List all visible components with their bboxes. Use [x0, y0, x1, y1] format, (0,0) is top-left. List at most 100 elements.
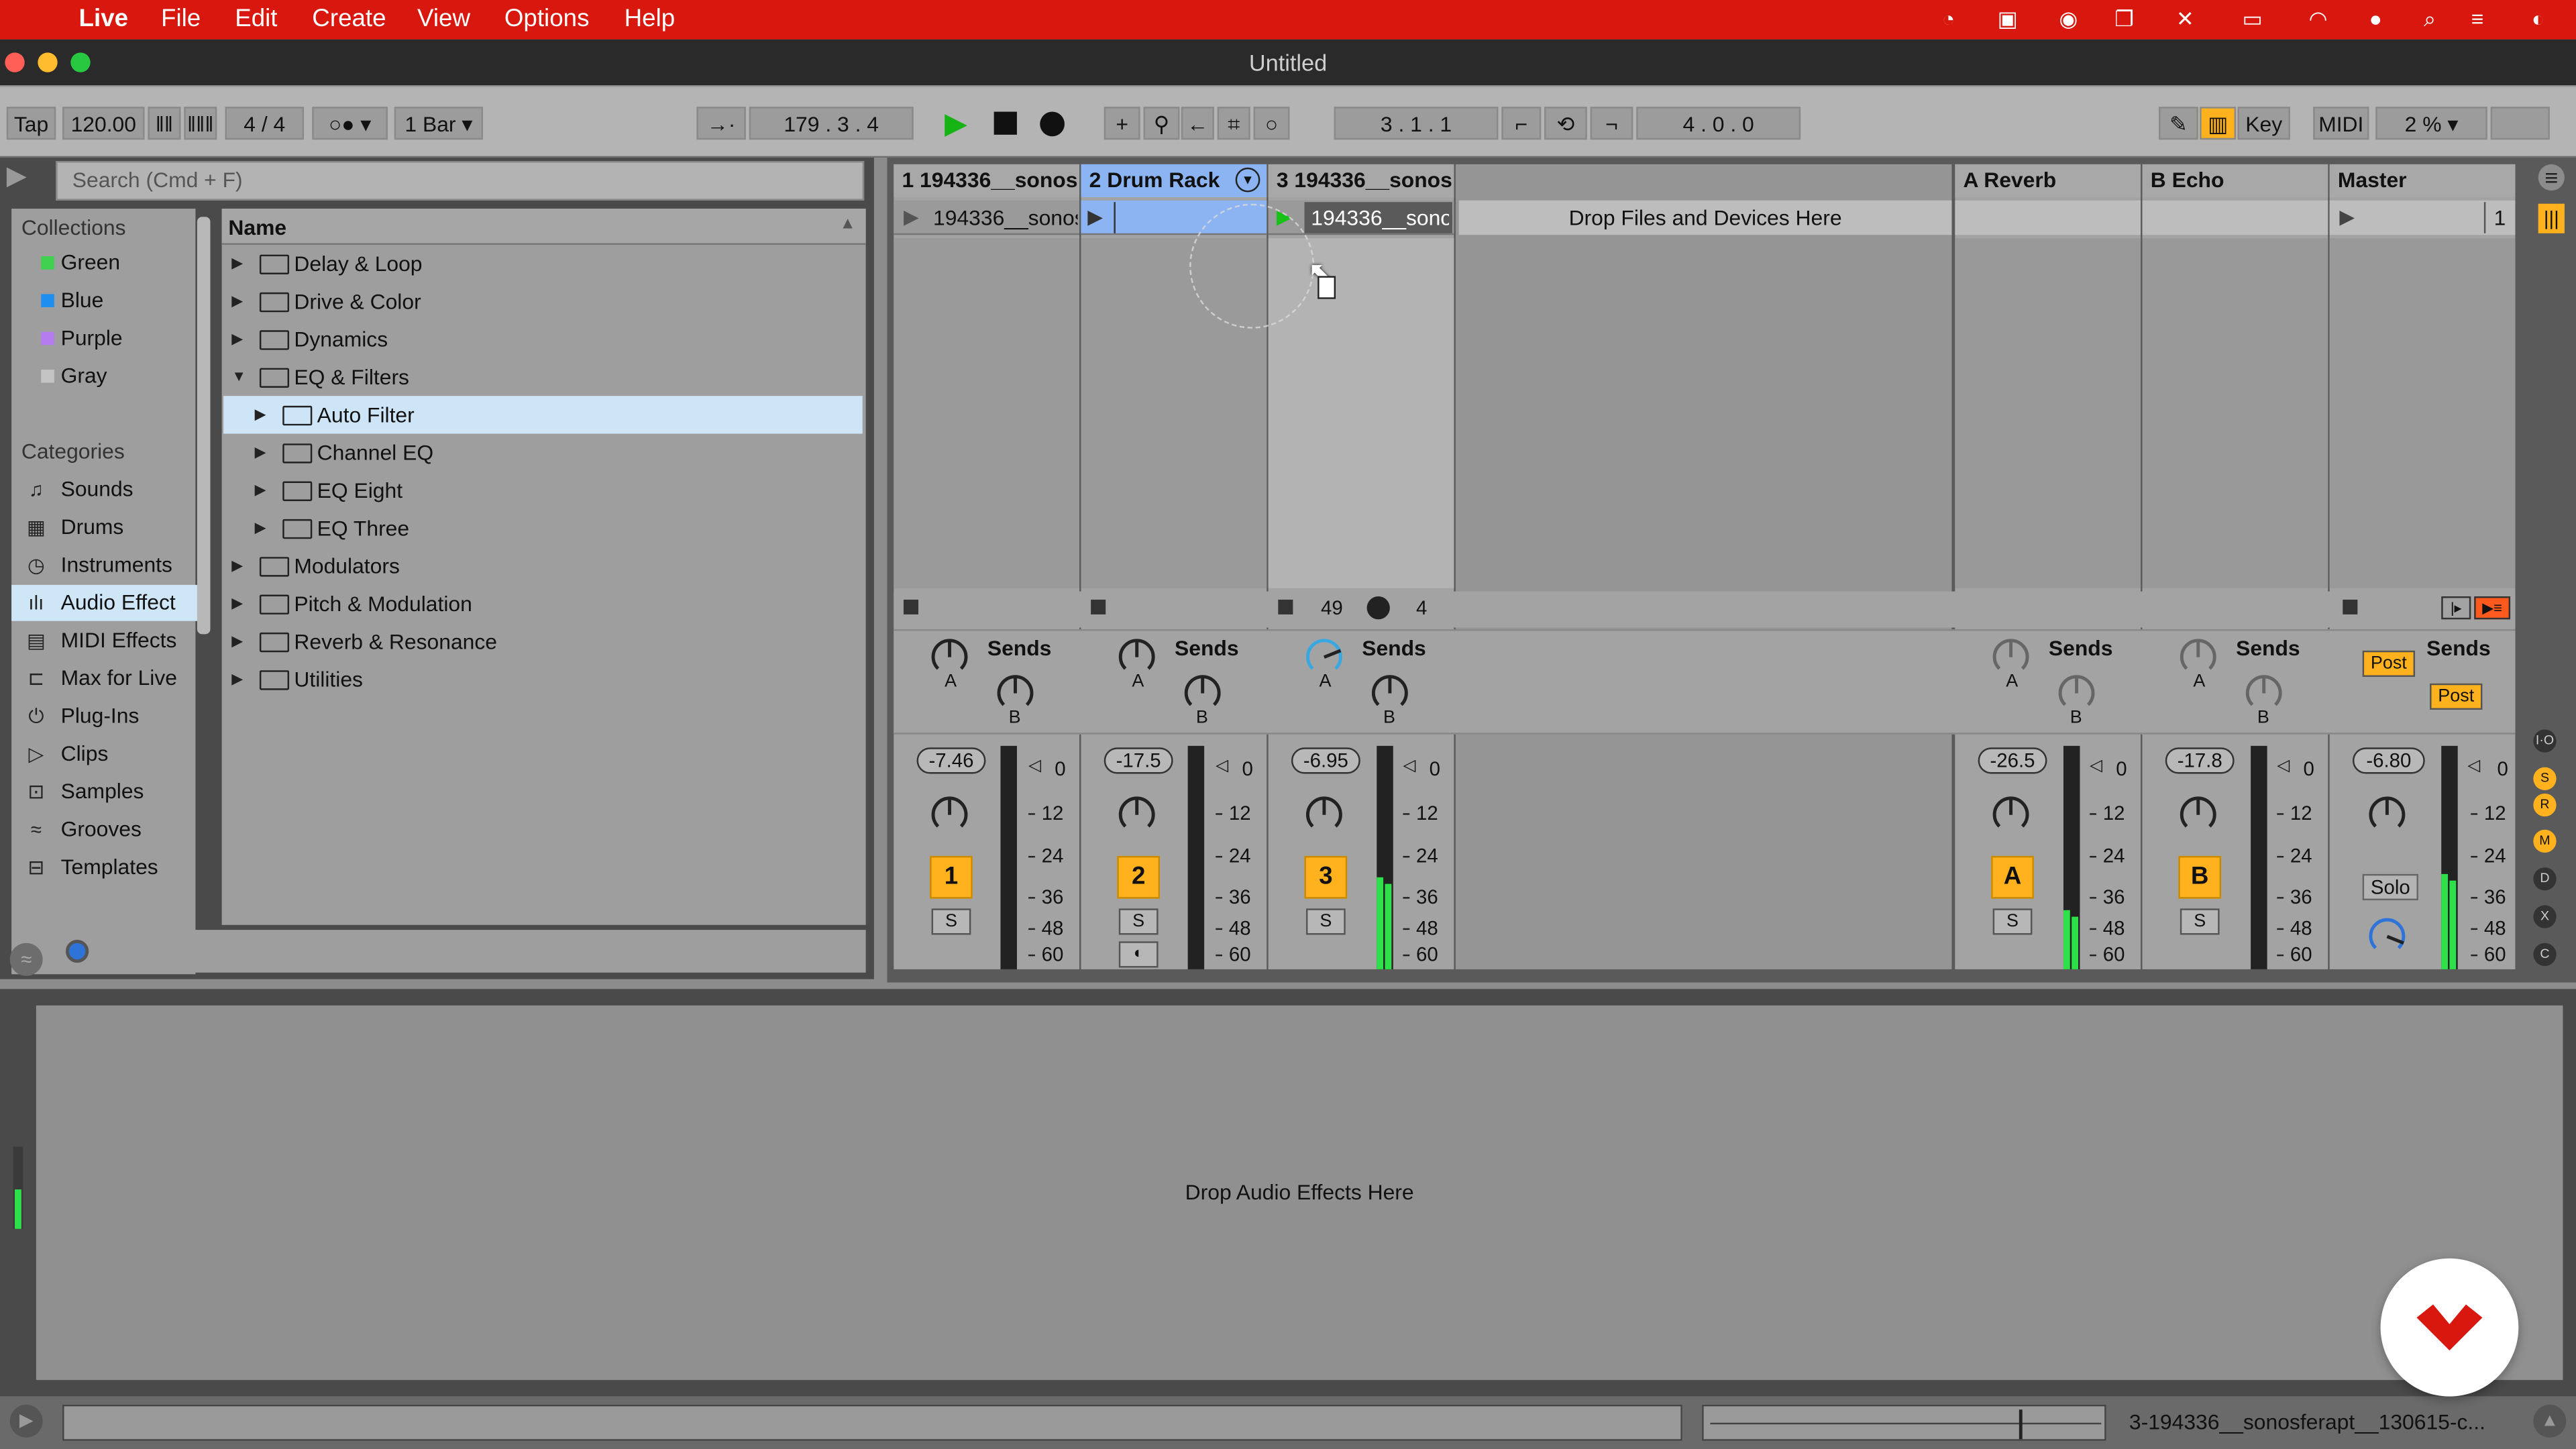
tree-item-eq-filters[interactable]: ▼ EQ & Filters [223, 358, 863, 396]
time-signature-field[interactable]: 4 / 4 [225, 107, 305, 140]
camera-icon[interactable]: ▣ [1994, 7, 2021, 33]
follow-action-icon[interactable]: ▶≡ [2474, 596, 2511, 620]
category-sounds[interactable]: ♫ Sounds [11, 472, 205, 508]
capture-button[interactable]: ⌗ [1217, 107, 1250, 140]
quantize-menu[interactable]: 1 Bar ▾ [394, 107, 484, 140]
category-midi-effects[interactable]: ▤ MIDI Effects [11, 623, 205, 659]
post-send-b-button[interactable]: Post [2430, 683, 2483, 710]
stop-button[interactable] [994, 111, 1017, 135]
nudge-down-button[interactable]: ǁǁ [148, 107, 181, 140]
collection-green[interactable]: Green [11, 245, 205, 281]
category-drums[interactable]: ▦ Drums [11, 509, 205, 545]
return-b-header[interactable]: B Echo [2142, 164, 2328, 197]
detail-view-toggle-icon[interactable]: ▲ [2533, 1404, 2567, 1438]
menu-view[interactable]: View [417, 5, 470, 33]
return-a-pan-knob[interactable] [1991, 795, 2031, 835]
key-map-button[interactable]: Key [2237, 107, 2290, 140]
zoom-window-button[interactable] [70, 52, 91, 72]
play-circle-icon[interactable]: ◉ [2055, 7, 2082, 33]
tap-tempo-button[interactable]: Tap [6, 107, 56, 140]
groove-pool-icon[interactable]: ≈ [9, 943, 43, 976]
return-b-volume[interactable]: -17.8 [2165, 747, 2235, 774]
computer-keyboard-button[interactable]: ▥ [2200, 107, 2237, 140]
recorder-icon[interactable]: ◔ [1935, 7, 1962, 33]
track-3-send-b-knob[interactable] [1370, 674, 1409, 713]
info-view-toggle-icon[interactable]: ▶ [9, 1404, 43, 1438]
mute-icon[interactable]: ✕ [2172, 7, 2198, 33]
category-audio-effects[interactable]: ılı Audio Effect [11, 584, 206, 621]
crossfader-toggle-icon[interactable]: X [2533, 905, 2557, 928]
play-button[interactable]: ▶ [945, 107, 967, 140]
track-3-activator[interactable]: 3 [1304, 855, 1348, 899]
menu-edit[interactable]: Edit [235, 5, 277, 33]
expand-arrow-icon[interactable]: ▶ [255, 396, 271, 433]
preview-toggle-icon[interactable] [65, 939, 89, 963]
expand-arrow-icon[interactable]: ▶ [255, 509, 271, 547]
track-3-volume[interactable]: -6.95 [1291, 747, 1360, 774]
collapse-arrow-icon[interactable]: ▼ [231, 358, 248, 396]
overdub-button[interactable]: + [1104, 107, 1140, 140]
collection-blue[interactable]: Blue [11, 282, 205, 319]
track-2-activator[interactable]: 2 [1117, 855, 1160, 899]
track-3-pan-knob[interactable] [1305, 795, 1344, 835]
delay-toggle-icon[interactable]: D [2533, 867, 2557, 891]
menu-file[interactable]: File [161, 5, 201, 33]
user-icon[interactable]: ● [2363, 7, 2389, 33]
session-record-button[interactable]: ○ [1253, 107, 1290, 140]
expand-arrow-icon[interactable]: ▶ [231, 585, 248, 623]
tree-item-delay-loop[interactable]: ▶ Delay & Loop [223, 245, 863, 282]
overview-navigator[interactable] [1702, 1404, 2106, 1441]
returns-toggle-icon[interactable]: R [2533, 793, 2557, 817]
track-1-header[interactable]: 1 194336__sonos [894, 164, 1079, 197]
return-a-send-a-knob[interactable] [1991, 637, 2031, 677]
search-icon[interactable]: ⌕ [2416, 7, 2443, 33]
expand-arrow-icon[interactable]: ▶ [231, 245, 248, 282]
tree-item-eq-eight[interactable]: ▶ EQ Eight [223, 472, 863, 509]
track-2-solo-button[interactable]: S [1118, 908, 1159, 935]
mixer-toggle-icon[interactable]: M [2533, 829, 2557, 853]
slot-play-icon[interactable]: ▶ [1087, 205, 1103, 228]
master-pan-knob[interactable] [2367, 795, 2407, 835]
control-center-icon[interactable]: ≡ [2464, 7, 2490, 33]
track-2-send-b-knob[interactable] [1183, 674, 1222, 713]
master-scene-1[interactable]: ▶ 1 [2329, 200, 2516, 235]
collection-gray[interactable]: Gray [11, 358, 205, 394]
track-2-send-a-knob[interactable] [1117, 637, 1157, 677]
tree-item-pitch-modulation[interactable]: ▶ Pitch & Modulation [223, 585, 863, 623]
loop-length-field[interactable]: 4 . 0 . 0 [1636, 107, 1801, 140]
siri-icon[interactable]: ◐ [2525, 7, 2551, 33]
expand-arrow-icon[interactable]: ▶ [231, 623, 248, 660]
return-b-solo-button[interactable]: S [2180, 908, 2220, 935]
loop-switch-button[interactable]: ⟲ [1544, 107, 1587, 140]
track-2-stop-button[interactable] [1091, 599, 1106, 614]
expand-arrow-icon[interactable]: ▶ [255, 472, 271, 509]
track-1-fader-icon[interactable]: ◁ [1028, 757, 1041, 775]
rack-chevron-icon[interactable]: ▼ [1235, 167, 1260, 193]
track-3-solo-button[interactable]: S [1305, 908, 1346, 935]
track-1-send-a-knob[interactable] [930, 637, 969, 677]
midi-map-button[interactable]: MIDI [2313, 107, 2369, 140]
name-column-header[interactable]: Name ▲ [221, 209, 866, 245]
track-1-volume[interactable]: -7.46 [916, 747, 986, 774]
category-templates[interactable]: ⊟ Templates [11, 849, 205, 885]
drop-zone-column[interactable] [1455, 164, 1952, 969]
return-b-activator[interactable]: B [2178, 855, 2222, 899]
cue-toggle-icon[interactable]: C [2533, 943, 2557, 967]
return-a-solo-button[interactable]: S [1992, 908, 2033, 935]
track-3-send-a-knob[interactable] [1305, 637, 1344, 677]
tree-item-reverb-resonance[interactable]: ▶ Reverb & Resonance [223, 623, 863, 660]
search-input[interactable]: Search (Cmd + F) [56, 161, 865, 201]
master-solo-button[interactable]: Solo [2362, 873, 2418, 901]
stop-all-clips-button[interactable] [2343, 599, 2358, 614]
automation-arm-button[interactable]: ⚲ [1143, 107, 1180, 140]
category-samples[interactable]: ⊡ Samples [11, 773, 205, 810]
record-button[interactable] [1040, 111, 1065, 137]
metronome-button[interactable]: ○● ▾ [312, 107, 388, 140]
track-1-pan-knob[interactable] [930, 795, 969, 835]
track-2-monitor-icon[interactable]: ◐ [1118, 941, 1159, 968]
track-2-fader-icon[interactable]: ◁ [1216, 757, 1228, 775]
track-1-clip[interactable]: ▶ 194336__sonos [894, 200, 1079, 235]
menu-options[interactable]: Options [504, 5, 590, 33]
master-fader-icon[interactable]: ◁ [2467, 757, 2480, 775]
track-2-pan-knob[interactable] [1117, 795, 1157, 835]
